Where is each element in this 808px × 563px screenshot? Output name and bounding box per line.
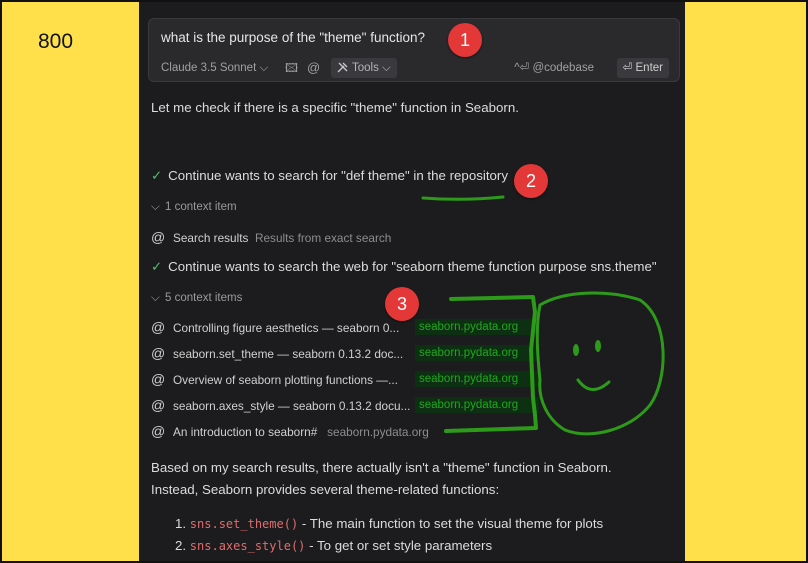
context-item[interactable]: @ seaborn.set_theme — seaborn 0.13.2 doc.… (151, 342, 403, 364)
at-icon: @ (151, 371, 166, 387)
at-icon: @ (151, 345, 166, 361)
chat-input-box[interactable]: what is the purpose of the "theme" funct… (148, 18, 680, 82)
context-toggle-1[interactable]: ⌵ 1 context item (151, 201, 237, 214)
model-selector[interactable]: Claude 3.5 Sonnet ⌵ (161, 58, 268, 78)
source-link-highlight[interactable]: seaborn.pydata.org (415, 319, 539, 335)
tools-icon (337, 62, 348, 73)
context-item[interactable]: @ Overview of seaborn plotting functions … (151, 368, 398, 390)
list-item: 1. sns.set_theme() - The main function t… (175, 516, 604, 531)
context-item[interactable]: @ seaborn.axes_style — seaborn 0.13.2 doc… (151, 394, 410, 416)
chevron-down-icon: ⌵ (151, 201, 160, 213)
enter-button[interactable]: ⏎ Enter (616, 58, 669, 78)
input-toolbar: Claude 3.5 Sonnet ⌵ 🖾 @ Tools ⌵ ^⏎ @code… (161, 58, 669, 78)
slide-number: 800 (38, 30, 74, 53)
image-icon[interactable]: 🖾 (285, 58, 298, 78)
conclusion-line-2: Instead, Seaborn provides several theme-… (151, 482, 500, 497)
codebase-shortcut[interactable]: ^⏎ @codebase (514, 58, 594, 78)
tools-label: Tools (352, 62, 379, 74)
inline-code: sns.axes_style() (189, 539, 306, 553)
chevron-down-icon: ⌵ (151, 292, 160, 304)
context-item[interactable]: @ Controlling figure aesthetics — seaborn… (151, 316, 399, 338)
at-mention-icon[interactable]: @ (307, 58, 320, 78)
list-item: 2. sns.axes_style() - To get or set styl… (175, 538, 493, 553)
inline-code: sns.set_theme() (189, 517, 299, 531)
context-item[interactable]: @ An introduction to seaborn# seaborn.pyd… (151, 420, 429, 442)
check-icon: ✓ (151, 168, 163, 183)
context-toggle-2[interactable]: ⌵ 5 context items (151, 292, 242, 305)
check-icon: ✓ (151, 259, 163, 274)
query-text[interactable]: what is the purpose of the "theme" funct… (161, 30, 425, 45)
annotation-badge-3: 3 (385, 287, 419, 321)
at-icon: @ (151, 423, 166, 439)
source-link-highlight[interactable]: seaborn.pydata.org (415, 371, 539, 387)
tools-button[interactable]: Tools ⌵ (331, 58, 397, 78)
tool-step-repo-search: ✓ Continue wants to search for "def theme… (151, 168, 508, 183)
context-item[interactable]: @ Search results Results from exact searc… (151, 226, 391, 248)
chevron-down-icon: ⌵ (259, 62, 269, 74)
at-icon: @ (151, 319, 166, 335)
at-icon: @ (151, 397, 166, 413)
tool-step-web-search: ✓ Continue wants to search the web for "s… (151, 259, 657, 274)
at-icon: @ (151, 229, 166, 245)
source-link-highlight[interactable]: seaborn.pydata.org (415, 345, 539, 361)
conclusion-line-1: Based on my search results, there actual… (151, 460, 612, 475)
source-link-highlight[interactable]: seaborn.pydata.org (415, 397, 539, 413)
response-intro: Let me check if there is a specific "the… (151, 100, 519, 115)
chat-panel: what is the purpose of the "theme" funct… (139, 0, 685, 563)
annotation-badge-1: 1 (448, 23, 482, 57)
annotation-badge-2: 2 (514, 164, 548, 198)
